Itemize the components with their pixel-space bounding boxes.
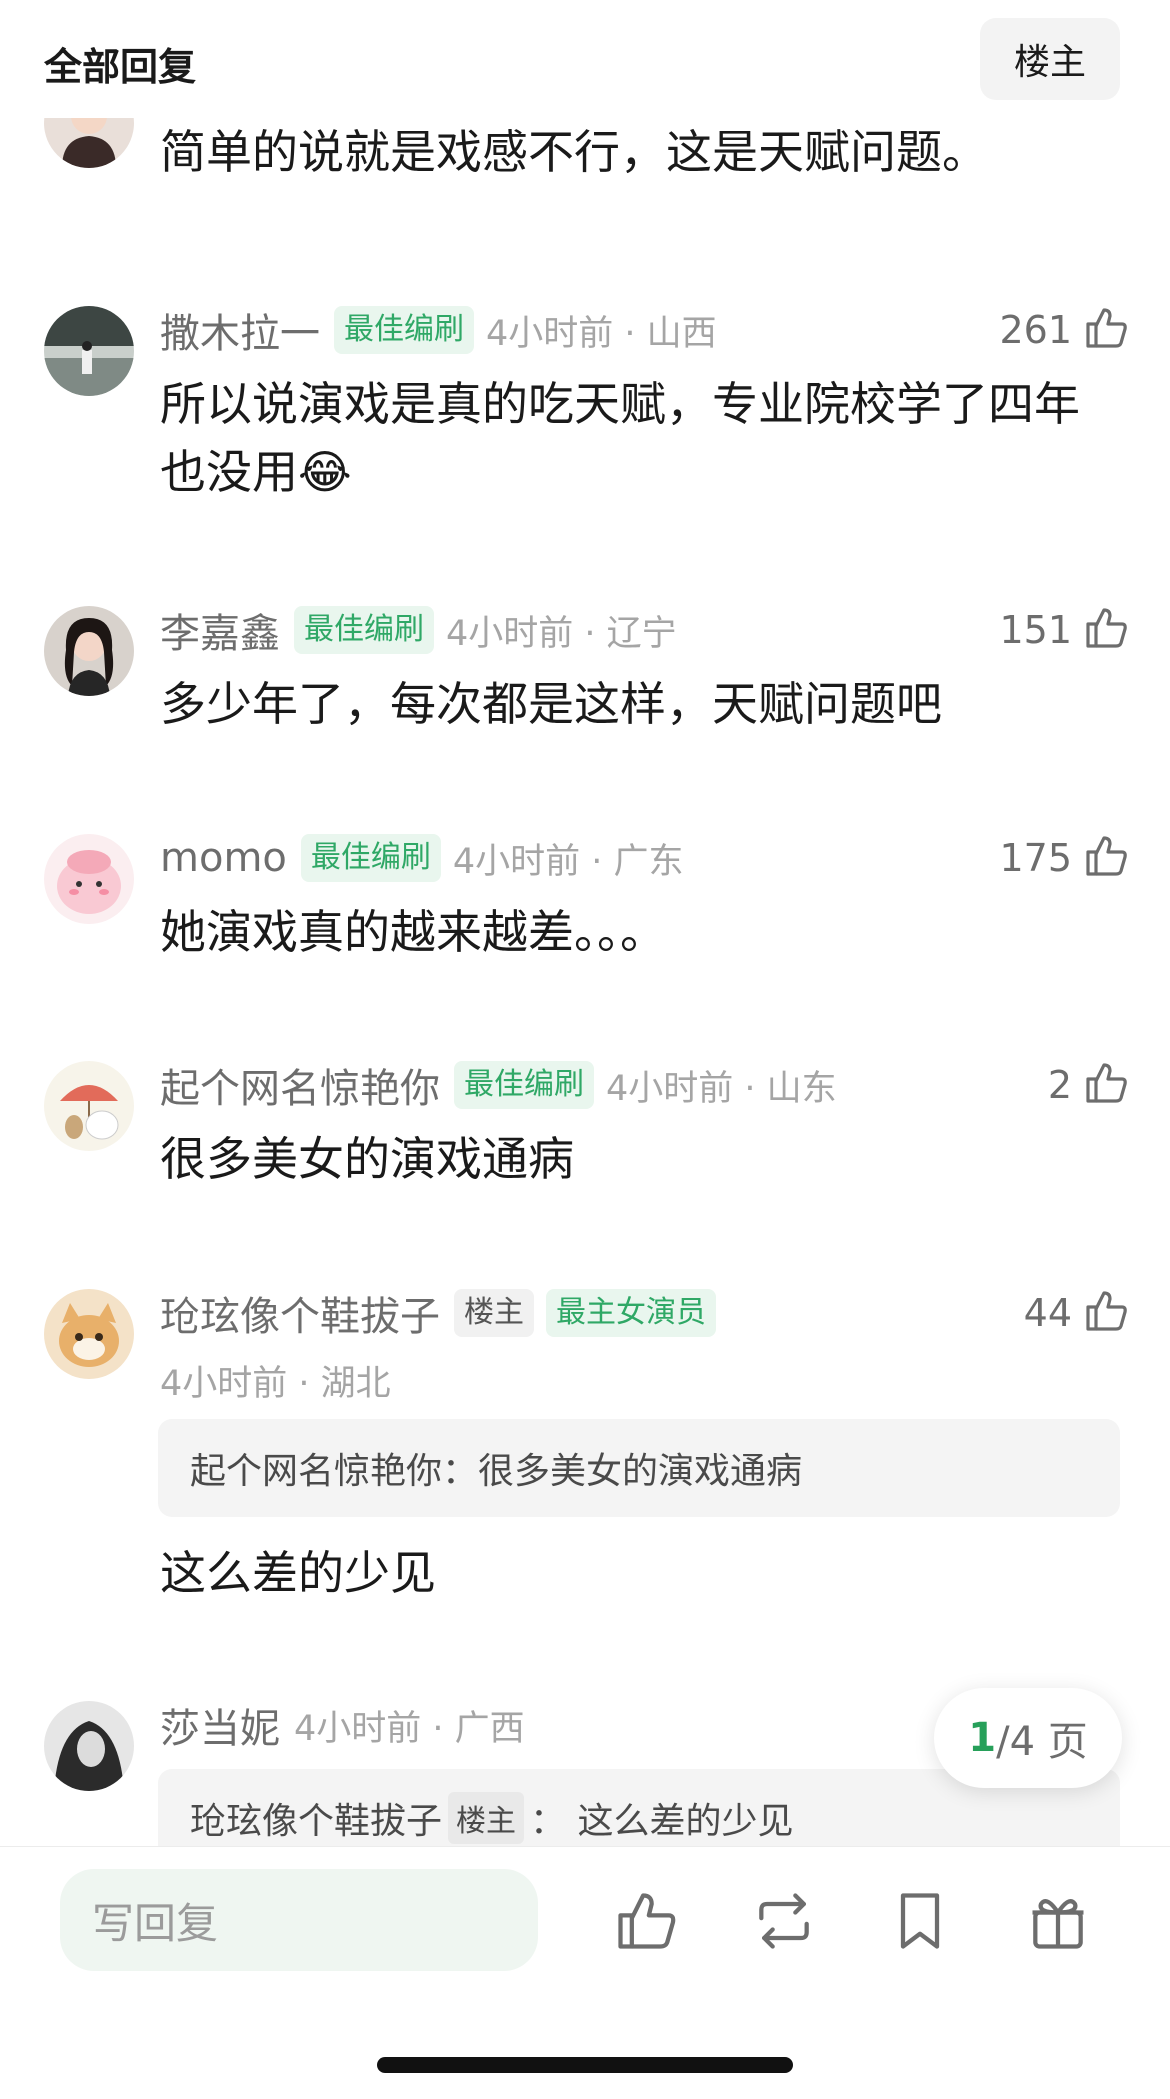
op-filter-button[interactable]: 楼主 bbox=[980, 18, 1120, 100]
avatar[interactable] bbox=[44, 1061, 134, 1151]
like-button[interactable]: 261 bbox=[999, 300, 1130, 360]
current-page: 1 bbox=[968, 1715, 997, 1761]
op-badge: 楼主 bbox=[454, 1289, 534, 1337]
like-count: 44 bbox=[1023, 1291, 1072, 1335]
like-count: 175 bbox=[999, 836, 1072, 880]
avatar[interactable] bbox=[44, 834, 134, 924]
comment-text: 很多美女的演戏通病 bbox=[160, 1132, 574, 1186]
comment-meta: 李嘉鑫 最佳编刷 4小时前 · 辽宁 bbox=[160, 600, 677, 660]
gift-icon bbox=[1024, 1899, 1092, 1959]
bottom-action-bar: 写回复 bbox=[0, 1846, 1170, 2099]
thumbs-up-icon bbox=[1082, 304, 1130, 356]
thumbs-up-icon bbox=[1082, 832, 1130, 884]
like-button[interactable]: 175 bbox=[999, 828, 1130, 888]
like-count: 151 bbox=[999, 608, 1072, 652]
comment-text: 简单的说就是戏感不行，这是天赋问题。 bbox=[160, 125, 988, 179]
comment-meta: momo 最佳编刷 4小时前 · 广东 bbox=[160, 828, 684, 888]
comment-time: 4小时前 · 山西 bbox=[486, 313, 717, 354]
comment-text: 这么差的少见 bbox=[160, 1546, 436, 1600]
thumbs-up-icon bbox=[1082, 604, 1130, 656]
page-indicator[interactable]: 1/4 页 bbox=[934, 1688, 1122, 1788]
avatar[interactable] bbox=[44, 606, 134, 696]
like-button[interactable]: 151 bbox=[999, 600, 1130, 660]
comment-meta: 撒木拉一 最佳编刷 4小时前 · 山西 bbox=[160, 300, 717, 360]
user-badge: 最佳编刷 bbox=[300, 834, 441, 882]
username[interactable]: 玱玹像个鞋拔子 bbox=[160, 1284, 440, 1342]
username[interactable]: 起个网名惊艳你 bbox=[160, 1056, 440, 1114]
reply-input[interactable]: 写回复 bbox=[60, 1869, 538, 1971]
comment-time: 4小时前 · 山东 bbox=[606, 1068, 837, 1109]
username[interactable]: momo bbox=[160, 835, 287, 881]
like-button[interactable]: 2 bbox=[1048, 1055, 1130, 1115]
like-post-button[interactable] bbox=[612, 1887, 680, 1955]
username[interactable]: 李嘉鑫 bbox=[160, 601, 280, 659]
comment-text: 所以说演戏是真的吃天赋，专业院校学了四年也没用😂 bbox=[160, 377, 1080, 499]
thumbs-up-icon bbox=[1082, 1059, 1130, 1111]
user-badge: 最佳编刷 bbox=[454, 1061, 594, 1109]
like-count: 2 bbox=[1047, 1063, 1072, 1107]
bookmark-button[interactable] bbox=[886, 1887, 954, 1955]
bookmark-icon bbox=[886, 1893, 954, 1959]
quoted-reply[interactable]: 起个网名惊艳你：很多美女的演戏通病 bbox=[158, 1419, 1120, 1517]
comment-time: 4小时前 · 辽宁 bbox=[446, 613, 677, 654]
home-indicator bbox=[377, 2057, 793, 2073]
total-pages: /4 页 bbox=[996, 1719, 1088, 1765]
comment-text: 多少年了，每次都是这样，天赋问题吧 bbox=[160, 677, 942, 731]
avatar[interactable] bbox=[44, 306, 134, 396]
user-badge: 最佳编刷 bbox=[334, 306, 474, 354]
comment-time: 4小时前 · 广东 bbox=[452, 841, 684, 882]
gift-button[interactable] bbox=[1024, 1887, 1092, 1955]
like-button[interactable]: 44 bbox=[1024, 1283, 1130, 1343]
repost-icon bbox=[750, 1893, 818, 1959]
quote-text: ： 这么差的少见 bbox=[530, 1801, 794, 1842]
like-count: 261 bbox=[999, 308, 1072, 352]
username[interactable]: 莎当妮 bbox=[160, 1696, 280, 1754]
avatar[interactable] bbox=[44, 1289, 134, 1379]
comment-meta: 起个网名惊艳你 最佳编刷 4小时前 · 山东 bbox=[160, 1055, 837, 1115]
comment-meta: 莎当妮 4小时前 · 广西 bbox=[160, 1695, 525, 1755]
user-badge: 最佳编刷 bbox=[294, 606, 434, 654]
avatar[interactable] bbox=[44, 1701, 134, 1791]
page-title: 全部回复 bbox=[44, 45, 197, 89]
comment-time: 4小时前 · 广西 bbox=[294, 1708, 525, 1749]
comment-time: 4小时前 · 湖北 bbox=[160, 1364, 391, 1404]
comment-meta: 玱玹像个鞋拔子 楼主 最主女演员 bbox=[160, 1283, 728, 1343]
thumbs-up-icon bbox=[612, 1893, 680, 1959]
quote-username: 玱玹像个鞋拔子 bbox=[190, 1801, 443, 1842]
username[interactable]: 撒木拉一 bbox=[160, 301, 320, 359]
top-header: 全部回复 楼主 bbox=[0, 0, 1170, 118]
user-badge: 最主女演员 bbox=[546, 1289, 716, 1337]
comment-text: 她演戏真的越来越差。。。 bbox=[160, 905, 666, 959]
op-badge: 楼主 bbox=[448, 1792, 525, 1844]
repost-button[interactable] bbox=[750, 1887, 818, 1955]
thumbs-up-icon bbox=[1082, 1287, 1130, 1339]
